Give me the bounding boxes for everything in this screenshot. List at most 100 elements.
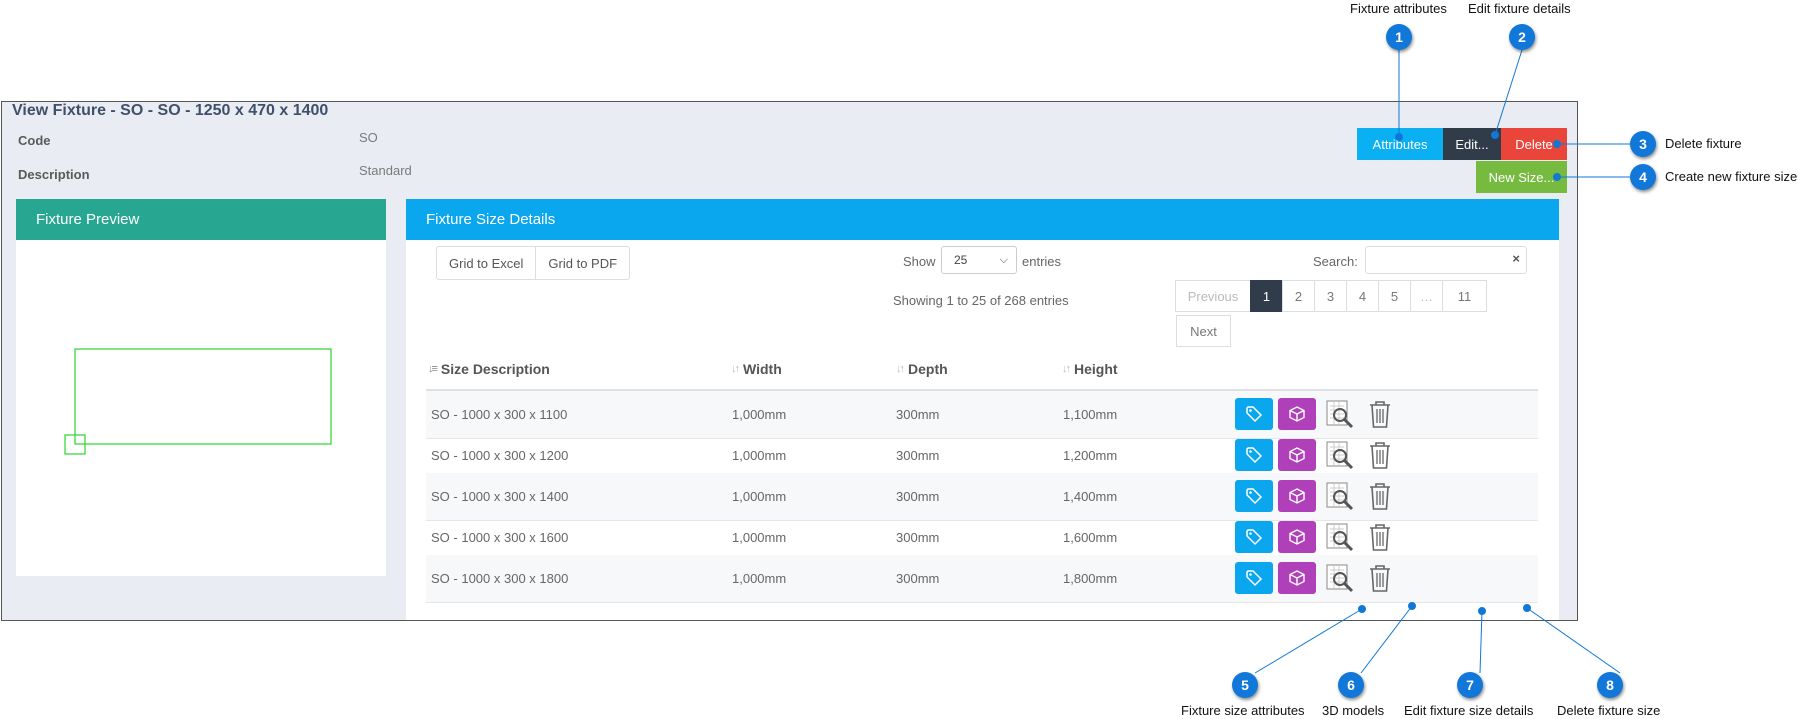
magnifier-grid-icon	[1326, 482, 1354, 511]
column-height[interactable]: ↓↑ Height	[1062, 361, 1118, 377]
magnifier-grid-icon	[1326, 441, 1354, 470]
clear-search-icon[interactable]: ×	[1512, 251, 1520, 266]
size-attributes-button[interactable]	[1235, 562, 1273, 594]
fixture-preview-drawing	[64, 348, 332, 455]
callout-3: 3	[1630, 131, 1656, 157]
column-width[interactable]: ↓↑ Width	[731, 361, 782, 377]
page-5[interactable]: 5	[1378, 280, 1411, 312]
cell-height: 1,100mm	[1063, 407, 1118, 422]
sort-icon: ↓↑	[731, 363, 740, 375]
description-label: Description	[18, 167, 90, 182]
3d-model-button[interactable]	[1278, 439, 1316, 471]
size-attributes-button[interactable]	[1235, 398, 1273, 430]
3d-model-button[interactable]	[1278, 398, 1316, 430]
callout-4-label: Create new fixture size	[1665, 169, 1798, 184]
page-ellipsis: …	[1410, 280, 1443, 312]
callout-6-label: 3D models	[1322, 703, 1385, 718]
edit-size-button[interactable]	[1321, 562, 1359, 594]
edit-size-button[interactable]	[1321, 480, 1359, 512]
page-title: View Fixture - SO - SO - 1250 x 470 x 14…	[12, 102, 329, 119]
grid-to-excel-button[interactable]: Grid to Excel	[437, 247, 537, 279]
callout-6: 6	[1338, 672, 1364, 698]
table-row: SO - 1000 x 300 x 1800 1,000mm 300mm 1,8…	[426, 555, 1538, 603]
cell-size-description: SO - 1000 x 300 x 1400	[431, 489, 569, 504]
cell-height: 1,400mm	[1063, 489, 1118, 504]
size-attributes-button[interactable]	[1235, 480, 1273, 512]
cell-depth: 300mm	[896, 448, 940, 463]
callout-7: 7	[1457, 672, 1483, 698]
export-button-group: Grid to Excel Grid to PDF	[436, 246, 631, 280]
edit-button[interactable]: Edit...	[1443, 128, 1501, 160]
cell-width: 1,000mm	[732, 407, 787, 422]
page-previous[interactable]: Previous	[1175, 280, 1251, 312]
fixture-size-details-card: Fixture Size Details Grid to Excel Grid …	[406, 199, 1559, 620]
cube-icon	[1289, 529, 1305, 545]
tag-icon	[1246, 406, 1263, 423]
page-3[interactable]: 3	[1314, 280, 1347, 312]
cell-depth: 300mm	[896, 407, 940, 422]
trash-icon	[1370, 483, 1390, 510]
edit-size-button[interactable]	[1321, 398, 1359, 430]
entries-select[interactable]: 25 ⌵	[941, 246, 1017, 274]
show-label: Show	[903, 254, 936, 269]
page-next[interactable]: Next	[1176, 315, 1231, 347]
grid-to-pdf-button[interactable]: Grid to PDF	[536, 247, 629, 279]
callout-2-label: Edit fixture details	[1468, 1, 1571, 16]
edit-size-button[interactable]	[1321, 521, 1359, 553]
table-info: Showing 1 to 25 of 268 entries	[893, 293, 1069, 308]
3d-model-button[interactable]	[1278, 521, 1316, 553]
callout-7-label: Edit fixture size details	[1404, 703, 1534, 718]
3d-model-button[interactable]	[1278, 562, 1316, 594]
callout-1-label: Fixture attributes	[1350, 1, 1447, 16]
edit-size-button[interactable]	[1321, 439, 1359, 471]
sort-icon: ↓↑	[896, 363, 905, 375]
delete-size-button[interactable]	[1361, 562, 1399, 594]
delete-size-button[interactable]	[1361, 521, 1399, 553]
callout-2: 2	[1509, 24, 1535, 50]
3d-model-button[interactable]	[1278, 480, 1316, 512]
callout-1: 1	[1386, 24, 1412, 50]
view-fixture-panel: View Fixture - SO - SO - 1250 x 470 x 14…	[1, 101, 1578, 621]
cell-width: 1,000mm	[732, 448, 787, 463]
cube-icon	[1289, 447, 1305, 463]
attributes-button[interactable]: Attributes	[1357, 128, 1443, 160]
callout-8: 8	[1597, 672, 1623, 698]
page-1[interactable]: 1	[1250, 280, 1283, 312]
delete-button[interactable]: Delete	[1501, 128, 1567, 160]
page-11[interactable]: 11	[1442, 280, 1487, 312]
page-2[interactable]: 2	[1282, 280, 1315, 312]
sort-asc-icon: ↓≡	[428, 363, 438, 375]
cell-size-description: SO - 1000 x 300 x 1200	[431, 448, 569, 463]
trash-icon	[1370, 442, 1390, 469]
delete-size-button[interactable]	[1361, 398, 1399, 430]
tag-icon	[1246, 529, 1263, 546]
size-attributes-button[interactable]	[1235, 521, 1273, 553]
cell-size-description: SO - 1000 x 300 x 1100	[431, 407, 568, 422]
column-depth[interactable]: ↓↑ Depth	[896, 361, 948, 377]
page-4[interactable]: 4	[1346, 280, 1379, 312]
chevron-down-icon: ⌵	[999, 254, 1008, 266]
cell-depth: 300mm	[896, 530, 940, 545]
trash-icon	[1370, 565, 1390, 592]
column-size-description[interactable]: ↓≡ Size Description	[428, 361, 550, 377]
magnifier-grid-icon	[1326, 523, 1354, 552]
code-value: SO	[359, 130, 378, 145]
new-size-button[interactable]: New Size...	[1476, 161, 1567, 193]
cell-width: 1,000mm	[732, 530, 787, 545]
delete-size-button[interactable]	[1361, 439, 1399, 471]
callout-5: 5	[1232, 672, 1258, 698]
cell-height: 1,600mm	[1063, 530, 1118, 545]
size-attributes-button[interactable]	[1235, 439, 1273, 471]
search-input[interactable]: ×	[1365, 246, 1527, 274]
callout-4: 4	[1630, 164, 1656, 190]
delete-size-button[interactable]	[1361, 480, 1399, 512]
description-value: Standard	[359, 163, 412, 178]
cell-depth: 300mm	[896, 571, 940, 586]
trash-icon	[1370, 524, 1390, 551]
cell-height: 1,800mm	[1063, 571, 1118, 586]
magnifier-grid-icon	[1326, 564, 1354, 593]
callout-3-label: Delete fixture	[1665, 136, 1742, 151]
callout-5-label: Fixture size attributes	[1181, 703, 1305, 718]
cell-size-description: SO - 1000 x 300 x 1800	[431, 571, 569, 586]
cell-width: 1,000mm	[732, 571, 787, 586]
